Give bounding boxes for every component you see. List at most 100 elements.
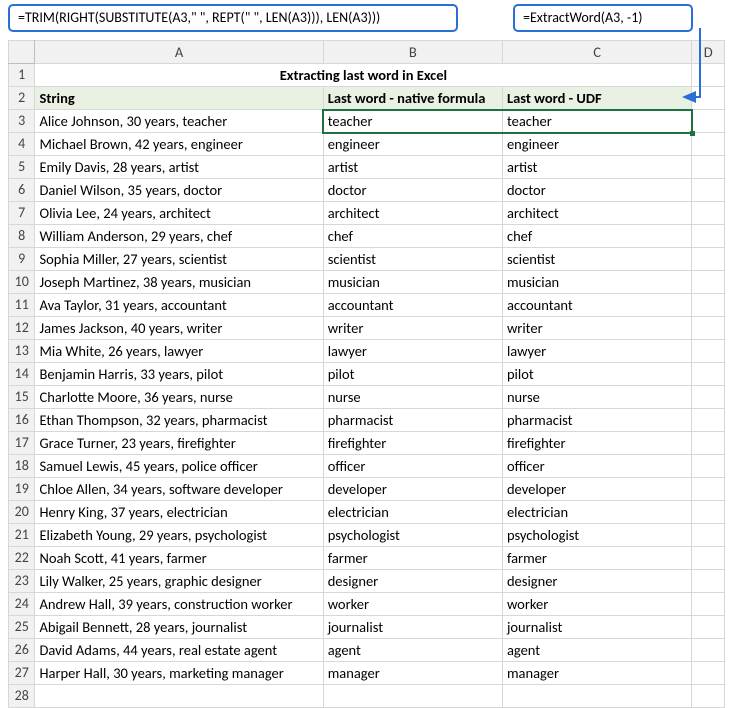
cell-udf[interactable]: teacher	[502, 110, 691, 133]
cell-udf[interactable]: firefighter	[502, 432, 691, 455]
row-header[interactable]: 11	[9, 294, 35, 317]
cell-string[interactable]: Mia White, 26 years, lawyer	[35, 340, 323, 363]
row-header[interactable]: 1	[9, 64, 35, 87]
column-header-row[interactable]: A B C D	[9, 41, 725, 64]
cell-udf[interactable]: manager	[502, 662, 691, 685]
row-header[interactable]: 17	[9, 432, 35, 455]
row-header[interactable]: 7	[9, 202, 35, 225]
table-row[interactable]: 8William Anderson, 29 years, chefchefche…	[9, 225, 725, 248]
cell-empty[interactable]	[692, 156, 725, 179]
table-row[interactable]: 9Sophia Miller, 27 years, scientistscien…	[9, 248, 725, 271]
cell-native[interactable]: scientist	[323, 248, 502, 271]
cell-empty[interactable]	[692, 179, 725, 202]
cell-udf[interactable]: chef	[502, 225, 691, 248]
cell-udf[interactable]: engineer	[502, 133, 691, 156]
table-row[interactable]: 3Alice Johnson, 30 years, teacherteacher…	[9, 110, 725, 133]
cell-empty[interactable]	[323, 685, 502, 708]
cell-empty[interactable]	[692, 432, 725, 455]
cell-udf[interactable]: worker	[502, 593, 691, 616]
header-udf[interactable]: Last word - UDF	[502, 87, 691, 110]
cell-string[interactable]: Benjamin Harris, 33 years, pilot	[35, 363, 323, 386]
cell-empty[interactable]	[692, 685, 725, 708]
row-header[interactable]: 20	[9, 501, 35, 524]
cell-native[interactable]: pharmacist	[323, 409, 502, 432]
cell-native[interactable]: chef	[323, 225, 502, 248]
table-row[interactable]: 4Michael Brown, 42 years, engineerengine…	[9, 133, 725, 156]
cell-empty[interactable]	[692, 202, 725, 225]
cell-udf[interactable]: farmer	[502, 547, 691, 570]
table-row[interactable]: 17Grace Turner, 23 years, firefighterfir…	[9, 432, 725, 455]
row-header[interactable]: 22	[9, 547, 35, 570]
cell-native[interactable]: accountant	[323, 294, 502, 317]
row-header[interactable]: 16	[9, 409, 35, 432]
table-row[interactable]: 23Lily Walker, 25 years, graphic designe…	[9, 570, 725, 593]
cell-string[interactable]: Henry King, 37 years, electrician	[35, 501, 323, 524]
cell-udf[interactable]: doctor	[502, 179, 691, 202]
row-header[interactable]: 2	[9, 87, 35, 110]
row-header[interactable]: 5	[9, 156, 35, 179]
table-row[interactable]: 24Andrew Hall, 39 years, construction wo…	[9, 593, 725, 616]
cell-udf[interactable]: designer	[502, 570, 691, 593]
row-header[interactable]: 18	[9, 455, 35, 478]
cell-empty[interactable]	[502, 685, 691, 708]
cell-native[interactable]: journalist	[323, 616, 502, 639]
cell-string[interactable]: Alice Johnson, 30 years, teacher	[35, 110, 323, 133]
row-header[interactable]: 26	[9, 639, 35, 662]
cell-native[interactable]: psychologist	[323, 524, 502, 547]
row-header[interactable]: 3	[9, 110, 35, 133]
table-row[interactable]: 28	[9, 685, 725, 708]
cell-udf[interactable]: architect	[502, 202, 691, 225]
cell-native[interactable]: musician	[323, 271, 502, 294]
cell-empty[interactable]	[692, 386, 725, 409]
col-header-A[interactable]: A	[35, 41, 323, 64]
row-header[interactable]: 21	[9, 524, 35, 547]
cell-string[interactable]: Olivia Lee, 24 years, architect	[35, 202, 323, 225]
header-string[interactable]: String	[35, 87, 323, 110]
cell-native[interactable]: designer	[323, 570, 502, 593]
cell-string[interactable]: Daniel Wilson, 35 years, doctor	[35, 179, 323, 202]
cell-udf[interactable]: artist	[502, 156, 691, 179]
cell-native[interactable]: architect	[323, 202, 502, 225]
cell-empty[interactable]	[692, 593, 725, 616]
cell-empty[interactable]	[692, 616, 725, 639]
select-all-corner[interactable]	[9, 41, 35, 64]
cell-empty[interactable]	[692, 317, 725, 340]
cell-udf[interactable]: accountant	[502, 294, 691, 317]
selection-fill-handle[interactable]	[690, 131, 695, 136]
col-header-D[interactable]: D	[692, 41, 725, 64]
cell-empty[interactable]	[692, 87, 725, 110]
cell-udf[interactable]: agent	[502, 639, 691, 662]
cell-empty[interactable]	[692, 340, 725, 363]
row-header[interactable]: 24	[9, 593, 35, 616]
cell-empty[interactable]	[692, 133, 725, 156]
cell-native[interactable]: agent	[323, 639, 502, 662]
header-row[interactable]: 2 String Last word - native formula Last…	[9, 87, 725, 110]
cell-empty[interactable]	[692, 501, 725, 524]
cell-string[interactable]: Ethan Thompson, 32 years, pharmacist	[35, 409, 323, 432]
cell-native[interactable]: lawyer	[323, 340, 502, 363]
cell-string[interactable]: Noah Scott, 41 years, farmer	[35, 547, 323, 570]
cell-native[interactable]: developer	[323, 478, 502, 501]
cell-udf[interactable]: pharmacist	[502, 409, 691, 432]
cell-empty[interactable]	[692, 110, 725, 133]
table-row[interactable]: 16Ethan Thompson, 32 years, pharmacistph…	[9, 409, 725, 432]
cell-native[interactable]: engineer	[323, 133, 502, 156]
cell-native[interactable]: electrician	[323, 501, 502, 524]
row-header[interactable]: 25	[9, 616, 35, 639]
cell-string[interactable]: David Adams, 44 years, real estate agent	[35, 639, 323, 662]
cell-empty[interactable]	[692, 524, 725, 547]
cell-udf[interactable]: scientist	[502, 248, 691, 271]
sheet-title[interactable]: Extracting last word in Excel	[35, 64, 692, 87]
cell-string[interactable]: Charlotte Moore, 36 years, nurse	[35, 386, 323, 409]
row-header[interactable]: 6	[9, 179, 35, 202]
cell-string[interactable]: Elizabeth Young, 29 years, psychologist	[35, 524, 323, 547]
cell-string[interactable]: Joseph Martinez, 38 years, musician	[35, 271, 323, 294]
cell-empty[interactable]	[692, 455, 725, 478]
row-header[interactable]: 15	[9, 386, 35, 409]
table-row[interactable]: 15Charlotte Moore, 36 years, nursenursen…	[9, 386, 725, 409]
cell-native[interactable]: teacher	[323, 110, 502, 133]
cell-native[interactable]: manager	[323, 662, 502, 685]
row-header[interactable]: 4	[9, 133, 35, 156]
cell-string[interactable]: Lily Walker, 25 years, graphic designer	[35, 570, 323, 593]
table-row[interactable]: 19Chloe Allen, 34 years, software develo…	[9, 478, 725, 501]
